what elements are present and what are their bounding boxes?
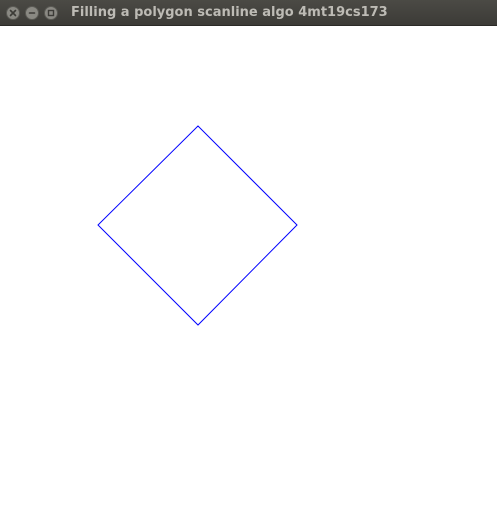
diamond-polygon	[97, 125, 298, 326]
close-icon	[9, 9, 17, 17]
drawing-canvas[interactable]	[0, 26, 497, 525]
close-button[interactable]	[6, 6, 20, 20]
minimize-icon	[28, 12, 36, 14]
maximize-icon	[47, 9, 55, 17]
window-title: Filling a polygon scanline algo 4mt19cs1…	[71, 5, 388, 20]
minimize-button[interactable]	[25, 6, 39, 20]
title-bar[interactable]: Filling a polygon scanline algo 4mt19cs1…	[0, 0, 497, 26]
maximize-button[interactable]	[44, 6, 58, 20]
polygon-drawing	[97, 125, 298, 326]
app-window: Filling a polygon scanline algo 4mt19cs1…	[0, 0, 497, 525]
